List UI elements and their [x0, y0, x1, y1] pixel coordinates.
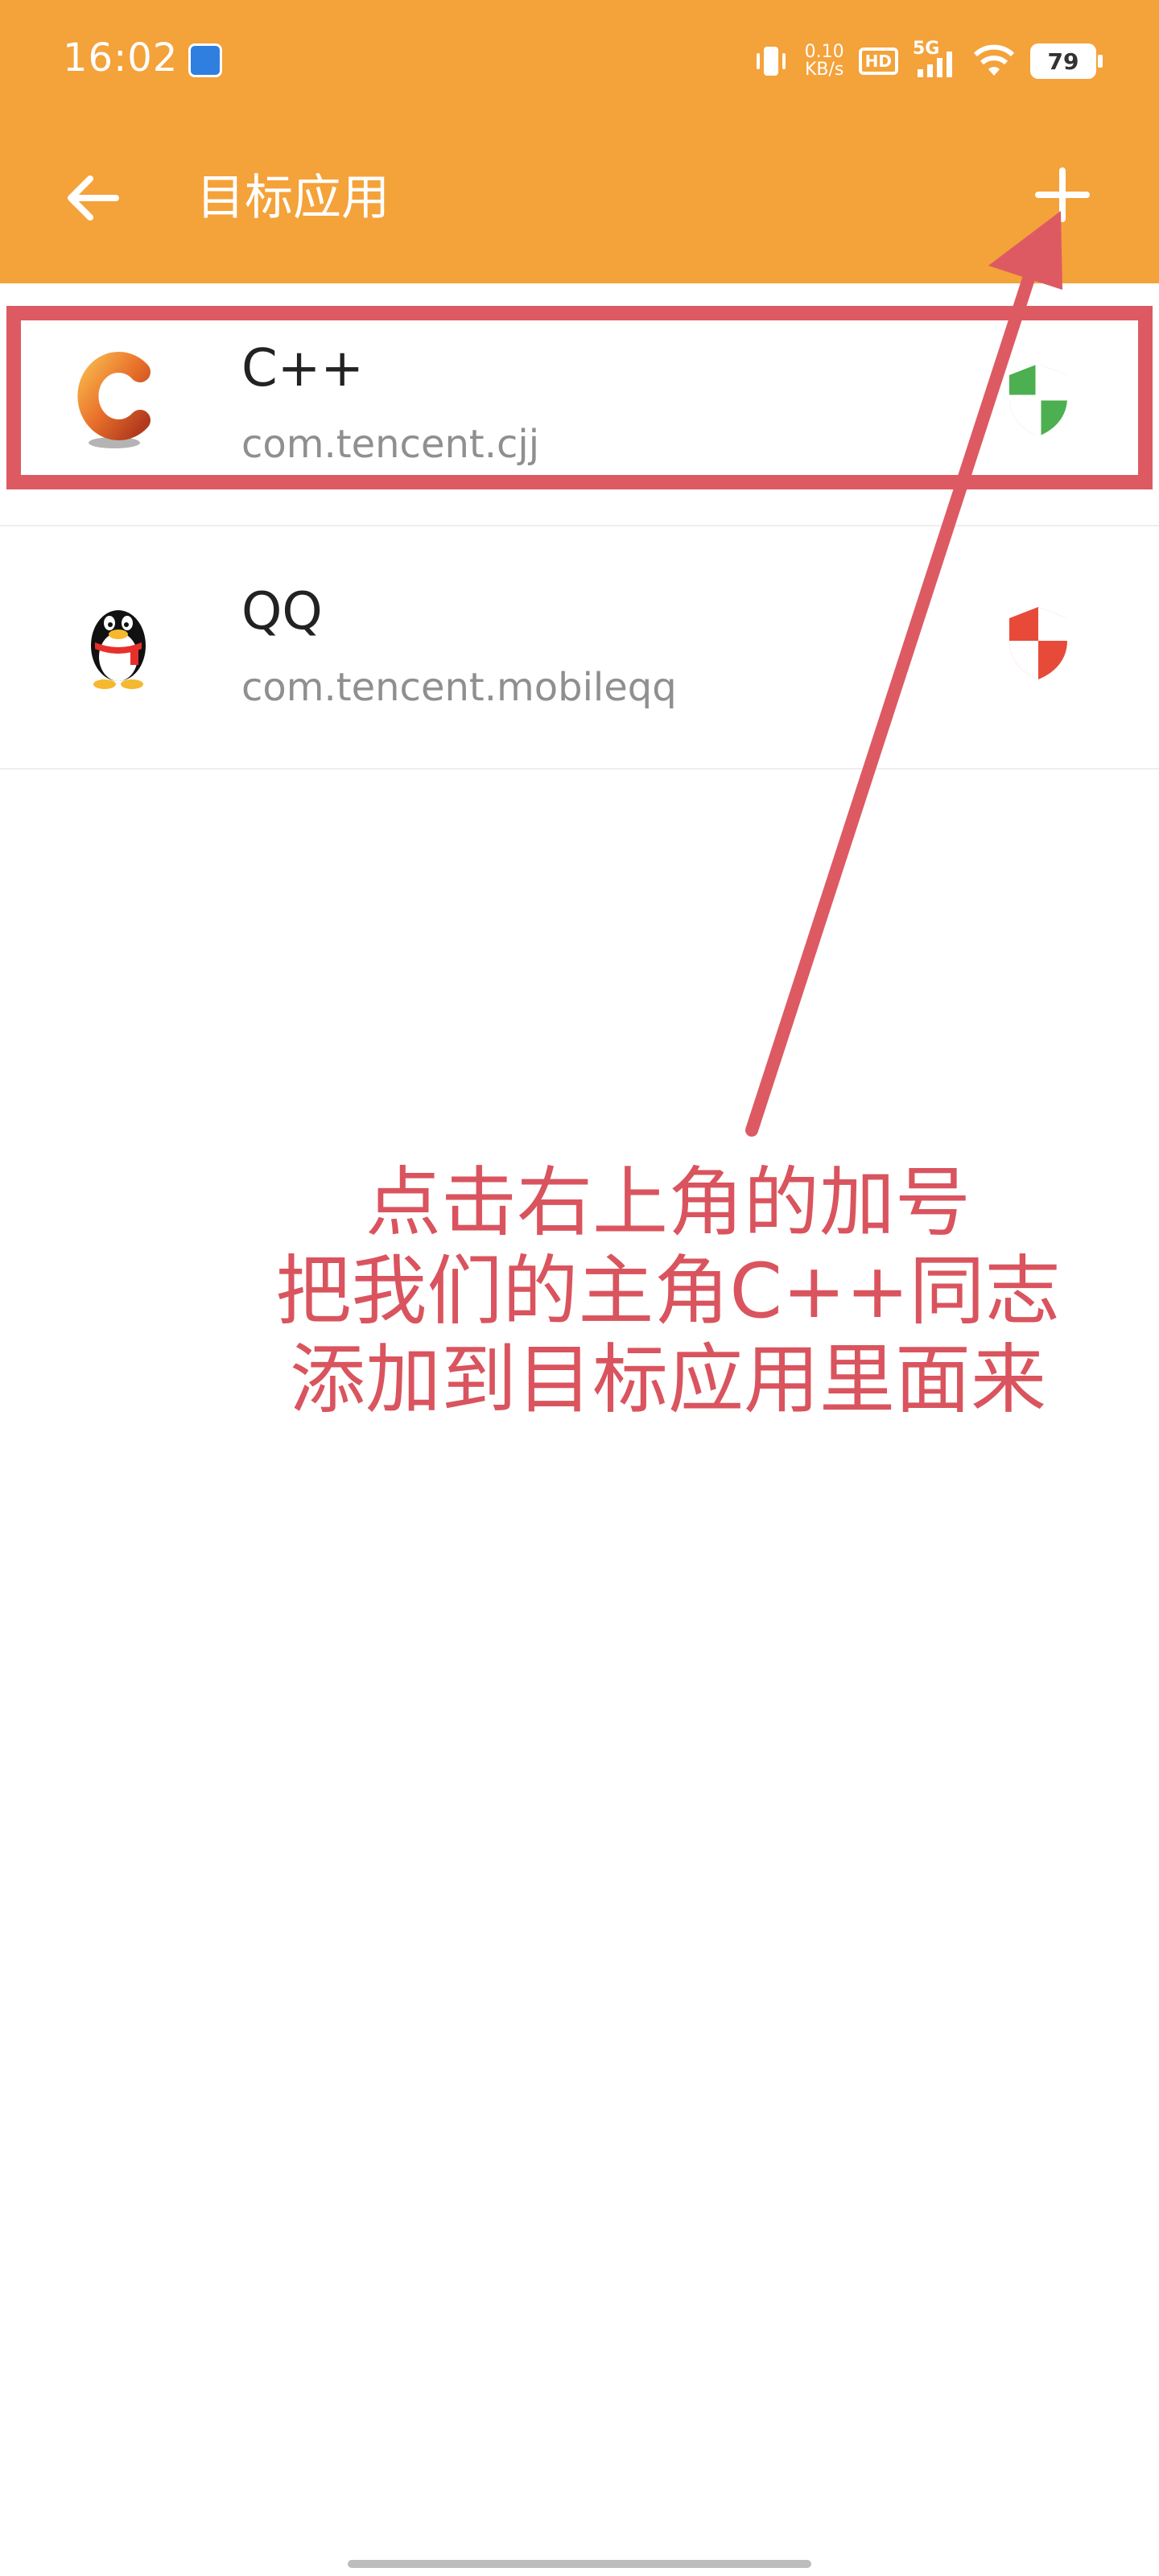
app-package: com.tencent.mobileqq: [241, 665, 677, 710]
annotation-text: 点击右上角的加号 把我们的主角C++同志 添加到目标应用里面来: [241, 1159, 1095, 1425]
annotation-line: 添加到目标应用里面来: [289, 1336, 1046, 1424]
qq-penguin-icon: [91, 610, 146, 689]
add-app-button[interactable]: [1021, 153, 1104, 237]
app-name: QQ: [241, 582, 323, 642]
vibrate-icon: [756, 47, 786, 76]
hd-badge: HD: [858, 47, 898, 75]
battery-level: 79: [1047, 47, 1079, 75]
shield-red-icon[interactable]: [1006, 604, 1070, 681]
status-time: 16:02: [63, 35, 179, 80]
net-speed-value: 0.10: [804, 42, 844, 62]
annotation-line: 把我们的主角C++同志: [275, 1248, 1061, 1335]
signal-group: 5G: [913, 39, 958, 80]
highlight-box: [6, 306, 1153, 489]
app-screen: 16:02 0.10 KB/s HD 5G 79 目标应用 C++ com.te…: [0, 0, 1159, 2576]
back-button[interactable]: [52, 158, 132, 238]
net-speed: 0.10 KB/s: [805, 43, 844, 79]
page-title: 目标应用: [196, 170, 390, 226]
top-bar: 16:02 0.10 KB/s HD 5G 79 目标应用: [0, 0, 1159, 283]
list-item[interactable]: QQ com.tencent.mobileqq: [0, 526, 1159, 770]
annotation-line: 点击右上角的加号: [365, 1159, 971, 1247]
home-indicator[interactable]: [348, 2560, 811, 2568]
battery-icon: 79: [1030, 43, 1103, 79]
status-icons: 0.10 KB/s HD 5G 79: [752, 37, 1103, 85]
plus-icon: [1035, 167, 1090, 222]
wifi-icon: [973, 44, 1015, 76]
arrow-left-icon: [68, 175, 119, 221]
signal-icon: [918, 52, 952, 77]
net-speed-unit: KB/s: [804, 60, 844, 80]
notification-app-icon: [188, 43, 222, 77]
